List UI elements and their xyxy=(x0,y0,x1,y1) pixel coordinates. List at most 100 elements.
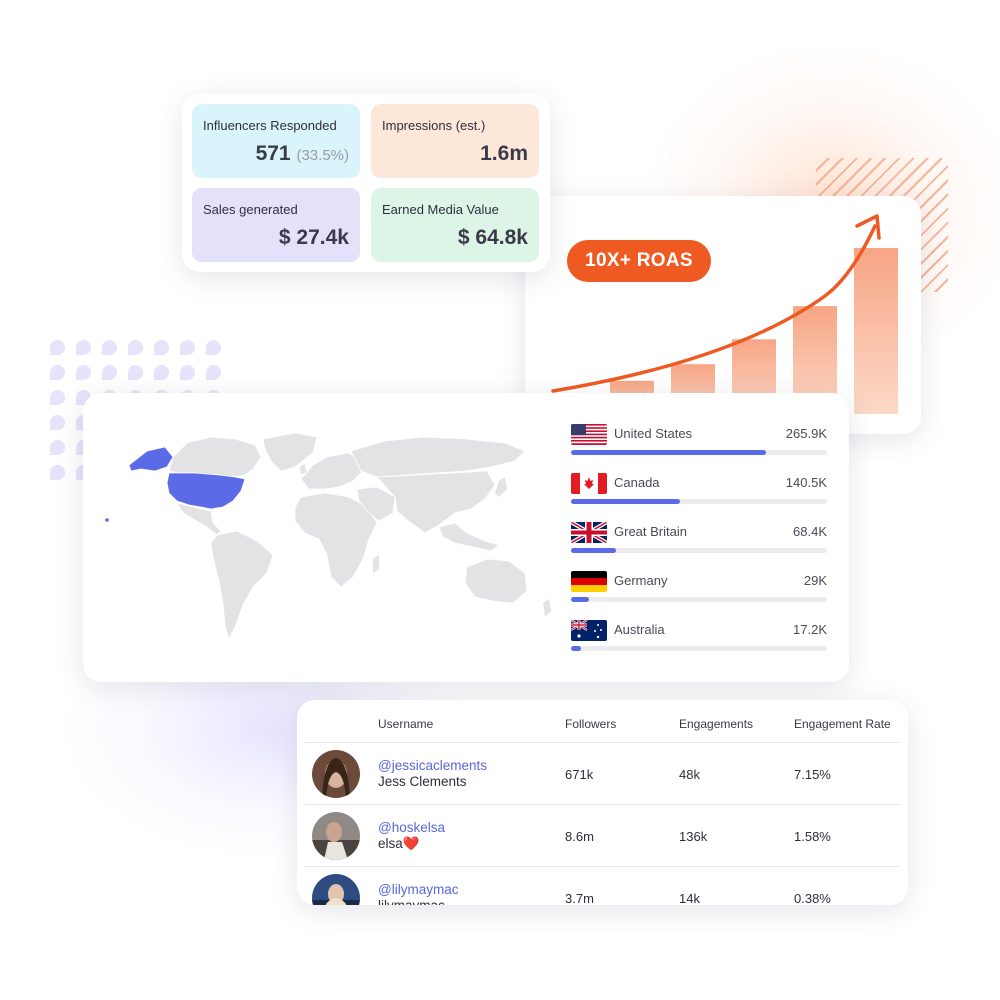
decorative-dot xyxy=(154,340,169,355)
map-region-japan xyxy=(495,477,507,497)
avatar[interactable] xyxy=(312,750,360,798)
column-header-followers[interactable]: Followers xyxy=(565,717,616,731)
country-value: 265.9K xyxy=(785,426,827,441)
country-progress-track xyxy=(571,450,827,455)
stat-earned-media-value: Earned Media Value $ 64.8k xyxy=(371,188,539,262)
influencer-name: Jess Clements xyxy=(378,774,467,789)
gb-flag-icon xyxy=(571,522,607,543)
map-region-uk xyxy=(298,462,308,476)
country-progress-fill xyxy=(571,646,582,651)
decorative-dot xyxy=(102,365,117,380)
map-region-hawaii xyxy=(105,518,109,522)
decorative-dot xyxy=(50,390,65,405)
decorative-dot xyxy=(128,340,143,355)
decorative-dot xyxy=(50,440,65,455)
decorative-dot xyxy=(102,340,117,355)
country-row-great-britain: Great Britain 68.4K xyxy=(571,522,827,562)
country-name: Australia xyxy=(614,622,665,637)
map-region-alaska xyxy=(128,446,174,472)
world-map xyxy=(105,432,551,641)
column-header-username[interactable]: Username xyxy=(378,717,433,731)
country-row-united-states: United States 265.9K xyxy=(571,424,827,464)
country-row-germany: Germany 29K xyxy=(571,571,827,611)
us-flag-icon xyxy=(571,424,607,445)
influencer-name: elsa❤️ xyxy=(378,836,420,851)
stat-sales-generated: Sales generated $ 27.4k xyxy=(192,188,360,262)
au-flag-icon xyxy=(571,620,607,641)
engagements-cell: 14k xyxy=(679,891,700,905)
audience-location-card: United States 265.9K Canada 140.5K Great xyxy=(83,393,849,682)
influencer-table-card: Username Followers Engagements Engagemen… xyxy=(297,700,908,905)
engagement-rate-cell: 1.58% xyxy=(794,829,831,844)
map-region-canada xyxy=(168,436,262,478)
decorative-dot xyxy=(154,365,169,380)
stat-value: 1.6m xyxy=(480,142,528,165)
decorative-dot xyxy=(180,365,195,380)
stat-value: 571 (33.5%) xyxy=(256,142,349,166)
engagement-rate-cell: 7.15% xyxy=(794,767,831,782)
decorative-dot xyxy=(206,340,221,355)
map-region-australia xyxy=(464,558,528,604)
stat-label: Sales generated xyxy=(203,202,298,217)
country-progress-track xyxy=(571,548,827,553)
decorative-dot xyxy=(76,340,91,355)
table-row[interactable]: @hoskelsa elsa❤️ 8.6m 136k 1.58% xyxy=(297,805,908,867)
ca-flag-icon xyxy=(571,473,607,494)
table-row[interactable]: @lilymaymac lilymaymac 3.7m 14k 0.38% xyxy=(297,867,908,905)
stat-value: $ 27.4k xyxy=(278,226,349,249)
influencers-percent: (33.5%) xyxy=(296,147,349,164)
table-row[interactable]: @jessicaclements Jess Clements 671k 48k … xyxy=(297,743,908,805)
country-value: 29K xyxy=(803,573,827,588)
stat-label: Earned Media Value xyxy=(382,202,499,217)
roas-badge: 10X+ ROAS xyxy=(567,240,711,282)
country-row-australia: Australia 17.2K xyxy=(571,620,827,660)
stat-impressions: Impressions (est.) 1.6m xyxy=(371,104,539,178)
country-progress-track xyxy=(571,646,827,651)
decorative-dot xyxy=(50,415,65,430)
influencers-count: 571 xyxy=(255,142,291,165)
country-name: United States xyxy=(614,426,693,441)
column-header-engagements[interactable]: Engagements xyxy=(679,717,753,731)
avatar[interactable] xyxy=(312,874,360,905)
decorative-dot xyxy=(76,365,91,380)
decorative-dot xyxy=(206,365,221,380)
country-value: 17.2K xyxy=(793,622,827,637)
country-progress-fill xyxy=(571,597,589,602)
country-name: Great Britain xyxy=(614,524,687,539)
stat-influencers-responded: Influencers Responded 571 (33.5%) xyxy=(192,104,360,178)
country-progress-track xyxy=(571,597,827,602)
decorative-dot xyxy=(180,340,195,355)
campaign-stats-card: Influencers Responded 571 (33.5%) Impres… xyxy=(182,94,550,272)
map-region-greenland xyxy=(262,432,318,472)
country-progress-track xyxy=(571,499,827,504)
map-region-new-zealand xyxy=(543,599,551,617)
avatar[interactable] xyxy=(312,812,360,860)
followers-cell: 671k xyxy=(565,767,594,782)
influencer-handle-link[interactable]: @jessicaclements xyxy=(378,758,487,773)
roas-bar xyxy=(854,248,898,414)
influencer-name: lilymaymac xyxy=(378,898,445,905)
country-value: 68.4K xyxy=(793,524,827,539)
followers-cell: 8.6m xyxy=(565,829,594,844)
influencer-handle-link[interactable]: @lilymaymac xyxy=(378,882,458,897)
decorative-dot xyxy=(50,465,65,480)
country-value: 140.5K xyxy=(785,475,827,490)
map-region-south-america xyxy=(210,530,274,641)
country-name: Germany xyxy=(614,573,668,588)
country-progress-fill xyxy=(571,499,680,504)
decorative-dot xyxy=(50,365,65,380)
decorative-dot xyxy=(50,340,65,355)
stat-value: $ 64.8k xyxy=(457,226,528,249)
engagement-rate-cell: 0.38% xyxy=(794,891,831,905)
map-region-europe xyxy=(300,452,364,490)
column-header-engagement-rate[interactable]: Engagement Rate xyxy=(794,717,891,731)
stat-label: Influencers Responded xyxy=(203,118,337,133)
map-region-southeast-asia xyxy=(438,522,500,552)
influencer-handle-link[interactable]: @hoskelsa xyxy=(378,820,445,835)
engagements-cell: 48k xyxy=(679,767,700,782)
map-region-russia xyxy=(350,436,526,478)
country-row-canada: Canada 140.5K xyxy=(571,473,827,513)
decorative-dot xyxy=(128,365,143,380)
stat-label: Impressions (est.) xyxy=(382,118,486,133)
country-progress-fill xyxy=(571,450,766,455)
